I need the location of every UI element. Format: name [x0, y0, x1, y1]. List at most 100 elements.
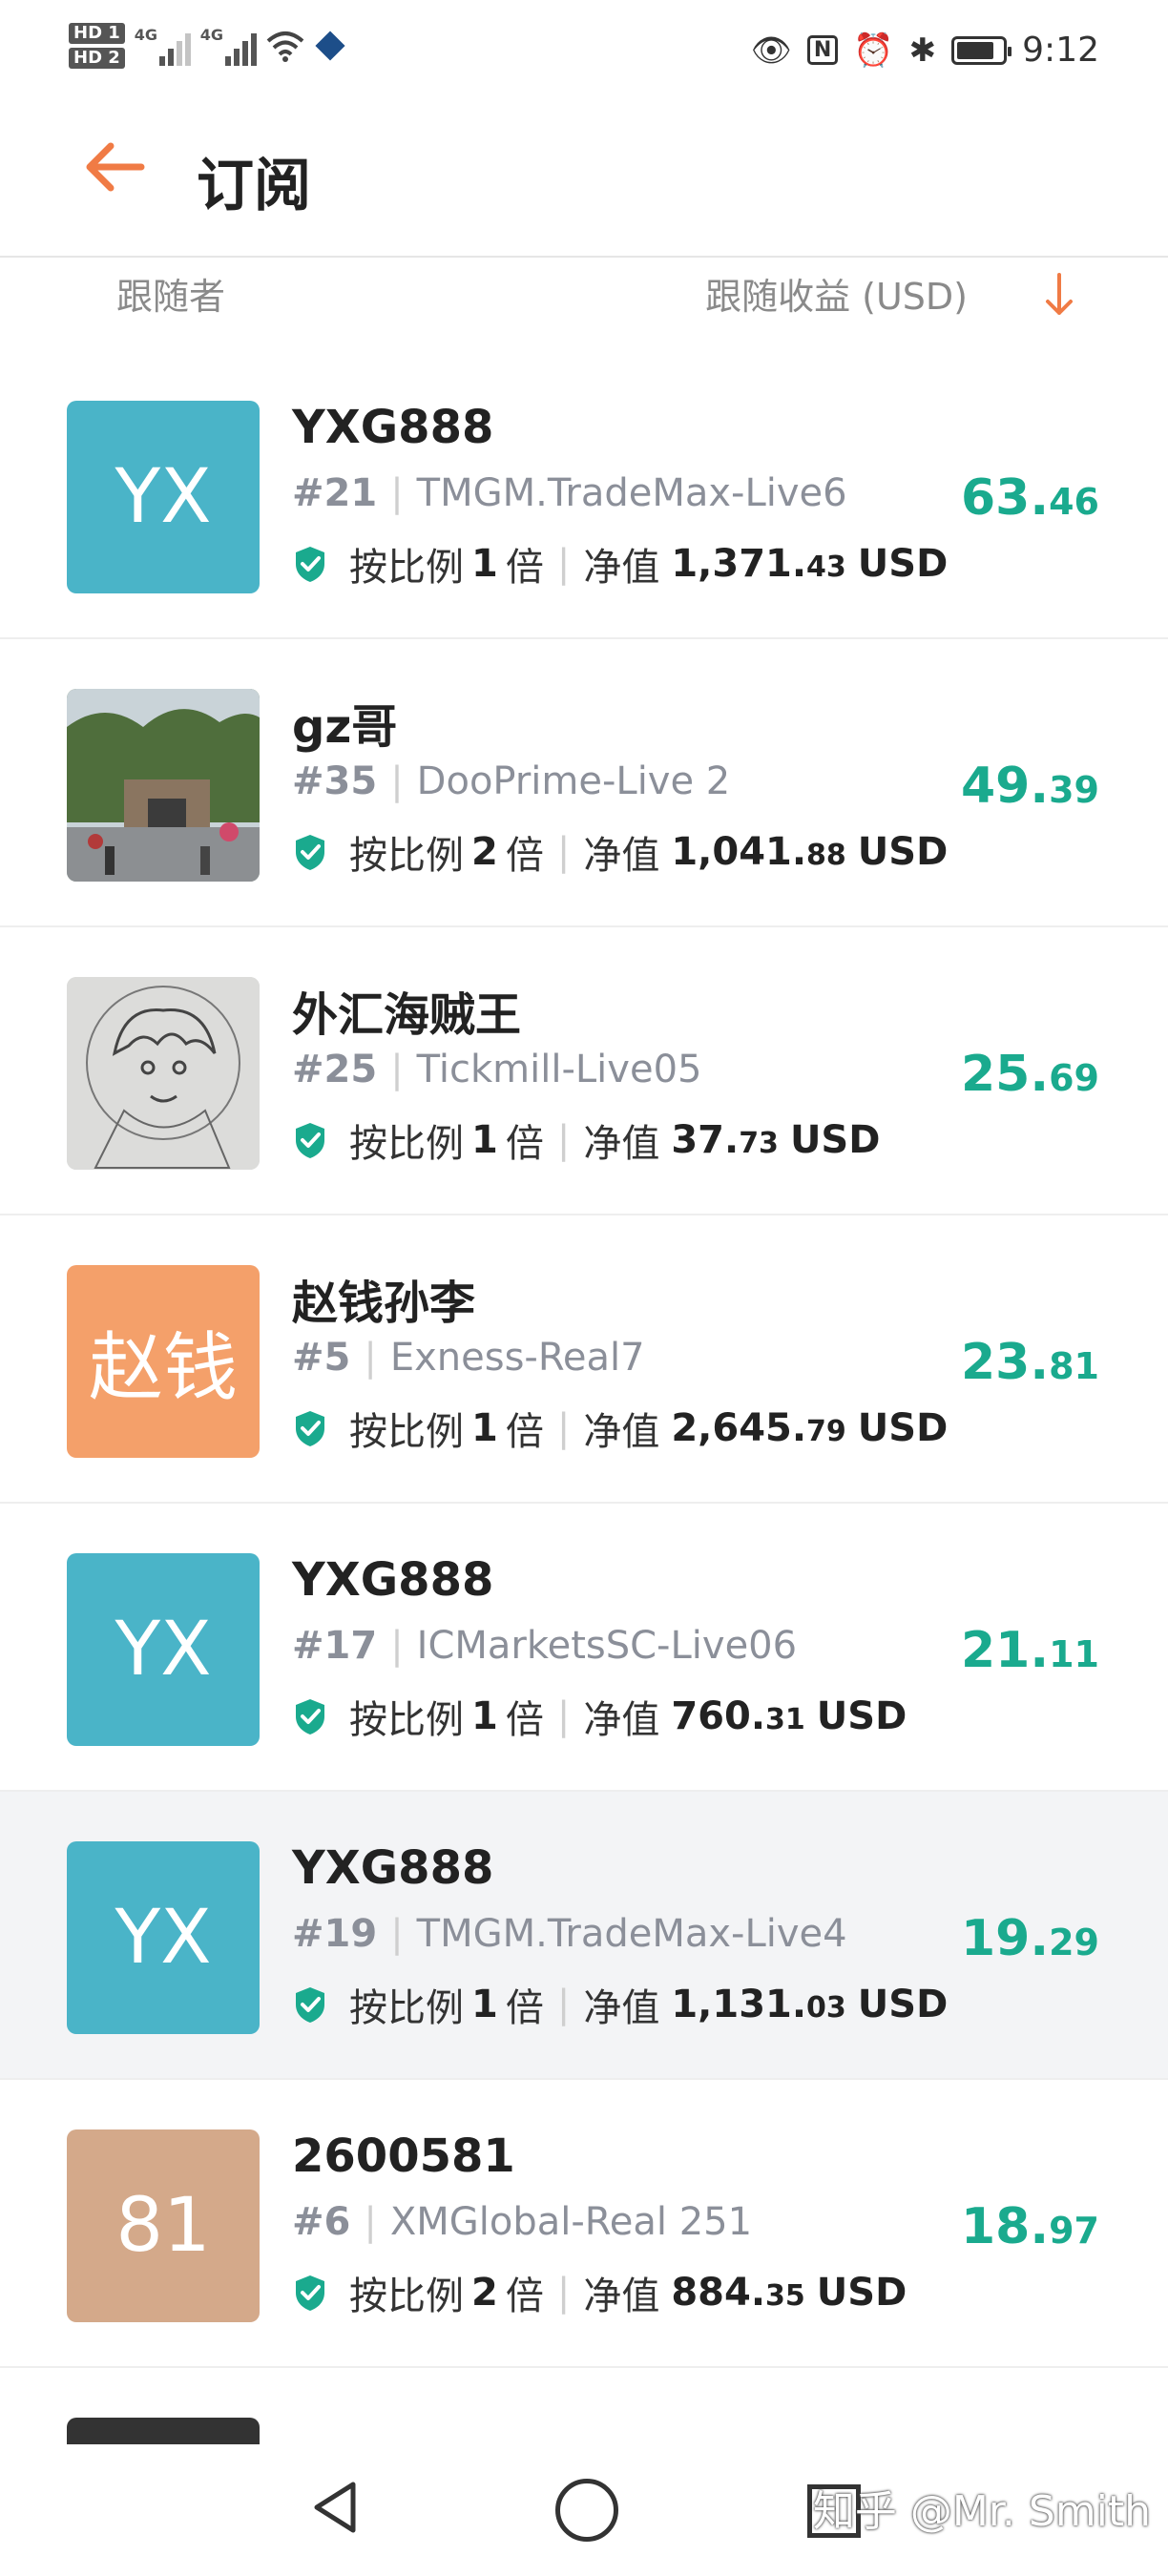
profit-integer: 25. — [960, 1046, 1050, 1103]
avatar-photo — [67, 689, 260, 882]
ratio-prefix: 按比例 — [349, 1410, 464, 1454]
arrow-down-icon[interactable] — [1042, 271, 1076, 319]
verified-shield-icon — [296, 835, 324, 870]
copy-info: 按比例 1 倍 | 净值 760. 31 USD — [292, 1689, 907, 1744]
divider: | — [556, 1406, 571, 1450]
account-meta: #5 | Exness-Real7 — [292, 1336, 645, 1380]
avatar: YX — [67, 1553, 260, 1746]
verified-shield-icon — [296, 547, 324, 582]
follow-profit: 49.39 — [961, 758, 1099, 815]
equity-label: 净值 — [583, 1122, 660, 1166]
profit-integer: 63. — [960, 469, 1050, 527]
follower-row[interactable]: 赵钱 赵钱孙李 #5 | Exness-Real7 按比例 1 倍 | 净值 2,645. 79 USD… — [0, 1215, 1168, 1504]
account-rank: #35 — [292, 759, 378, 803]
nav-back-icon[interactable] — [307, 2479, 365, 2536]
follower-row[interactable]: 81 2600581 #6 | XMGlobal-Real 251 按比例 2 倍 | 净值 884… — [0, 2080, 1168, 2368]
profit-decimal: 39 — [1049, 769, 1099, 811]
follower-row[interactable]: YX YXG888 #21 | TMGM.TradeMax-Live6 按比例 1 倍 | 净值 1… — [0, 351, 1168, 639]
ratio-prefix: 按比例 — [349, 1986, 464, 2030]
divider: | — [390, 759, 404, 803]
back-button[interactable] — [82, 134, 158, 210]
profit-integer: 21. — [960, 1622, 1050, 1679]
equity-label: 净值 — [583, 1410, 660, 1454]
follow-profit: 25.69 — [961, 1046, 1099, 1103]
divider: | — [556, 1694, 571, 1738]
profit-integer: 19. — [960, 1910, 1050, 1967]
ratio-prefix: 按比例 — [349, 2275, 464, 2318]
follower-name: 赵钱孙李 — [292, 1277, 476, 1330]
equity-decimal: 79 — [806, 1415, 846, 1448]
equity-label: 净值 — [583, 1986, 660, 2030]
profit-decimal: 69 — [1049, 1057, 1099, 1099]
ratio-suffix: 倍 — [505, 834, 544, 878]
avatar: 赵钱 — [67, 1265, 260, 1458]
equity-integer: 1,371. — [671, 542, 807, 586]
ratio-suffix: 倍 — [505, 2275, 544, 2318]
arrow-left-icon — [86, 142, 145, 192]
nfc-icon: N — [806, 35, 839, 65]
account-meta: #19 | TMGM.TradeMax-Live4 — [292, 1912, 847, 1956]
hd2-badge: HD 2 — [69, 48, 125, 69]
follow-profit: 23.81 — [961, 1334, 1099, 1391]
profit-column-sort[interactable]: 跟随收益 (USD) — [705, 267, 968, 320]
account-rank: #21 — [292, 471, 378, 515]
avatar: YX — [67, 401, 260, 593]
server-name: DooPrime-Live 2 — [416, 759, 731, 803]
ratio-value: 2 — [471, 830, 498, 874]
eye-icon: 👁 — [750, 31, 792, 70]
follow-profit: 63.46 — [961, 469, 1099, 527]
account-meta: #25 | Tickmill-Live05 — [292, 1048, 701, 1091]
copy-info: 按比例 2 倍 | 净值 1,041. 88 USD — [292, 824, 948, 880]
avatar-initials: YX — [115, 1607, 212, 1693]
status-left: HD 1 HD 2 4G 4G — [69, 23, 346, 69]
follower-name: 外汇海贼王 — [292, 988, 522, 1042]
ratio-value: 2 — [471, 2271, 498, 2315]
divider: | — [556, 830, 571, 874]
server-name: XMGlobal-Real 251 — [389, 2200, 753, 2244]
equity-label: 净值 — [583, 2275, 660, 2318]
follower-name: YXG888 — [292, 1841, 494, 1895]
account-rank: #19 — [292, 1912, 378, 1956]
equity-label: 净值 — [583, 834, 660, 878]
equity-currency: USD — [857, 542, 949, 586]
watermark: 知乎 @Mr. Smith — [812, 2487, 1151, 2536]
follower-row[interactable]: YX YXG888 #19 | TMGM.TradeMax-Live4 按比例 1 倍 | 净值 1… — [0, 1792, 1168, 2080]
divider: | — [390, 1912, 404, 1956]
copy-info: 按比例 2 倍 | 净值 884. 35 USD — [292, 2265, 907, 2320]
avatar-initials: YX — [115, 1895, 212, 1981]
follower-row[interactable]: 外汇海贼王 #25 | Tickmill-Live05 按比例 1 倍 | 净值 37. 73 USD… — [0, 927, 1168, 1215]
divider: | — [364, 2200, 377, 2244]
server-name: TMGM.TradeMax-Live4 — [416, 1912, 847, 1956]
copy-info: 按比例 1 倍 | 净值 1,371. 43 USD — [292, 536, 948, 592]
follower-row[interactable]: gz哥 #35 | DooPrime-Live 2 按比例 2 倍 | 净值 1,041. 88 US… — [0, 639, 1168, 927]
follower-column-label: 跟随者 — [116, 276, 226, 318]
server-name: TMGM.TradeMax-Live6 — [416, 471, 847, 515]
status-time: 9:12 — [1022, 31, 1099, 70]
divider: | — [556, 542, 571, 586]
follow-profit: 19.29 — [961, 1910, 1099, 1967]
signal-1-icon: 4G — [135, 26, 191, 66]
verified-shield-icon — [296, 1411, 324, 1446]
follower-row[interactable]: YX YXG888 #17 | ICMarketsSC-Live06 按比例 1 倍 | 净值 76… — [0, 1504, 1168, 1792]
server-name: Tickmill-Live05 — [416, 1048, 702, 1091]
equity-decimal: 31 — [765, 1703, 805, 1736]
equity-decimal: 03 — [806, 1991, 846, 2025]
equity-currency: USD — [816, 1694, 907, 1738]
follow-profit: 18.97 — [961, 2198, 1099, 2255]
nav-home-icon[interactable] — [555, 2479, 618, 2542]
verified-shield-icon — [296, 2275, 324, 2311]
ratio-prefix: 按比例 — [349, 1698, 464, 1742]
ratio-prefix: 按比例 — [349, 1122, 464, 1166]
divider: | — [364, 1336, 377, 1380]
equity-integer: 760. — [671, 1694, 766, 1738]
account-rank: #25 — [292, 1048, 378, 1091]
ratio-prefix: 按比例 — [349, 546, 464, 590]
ratio-value: 1 — [471, 1983, 498, 2026]
profit-decimal: 11 — [1049, 1633, 1099, 1675]
ratio-suffix: 倍 — [505, 1986, 544, 2030]
avatar-initials: YX — [115, 454, 212, 540]
profit-decimal: 46 — [1049, 481, 1099, 523]
profit-decimal: 29 — [1049, 1922, 1099, 1963]
sim-indicators: HD 1 HD 2 — [69, 23, 125, 69]
ratio-value: 1 — [471, 1118, 498, 1162]
